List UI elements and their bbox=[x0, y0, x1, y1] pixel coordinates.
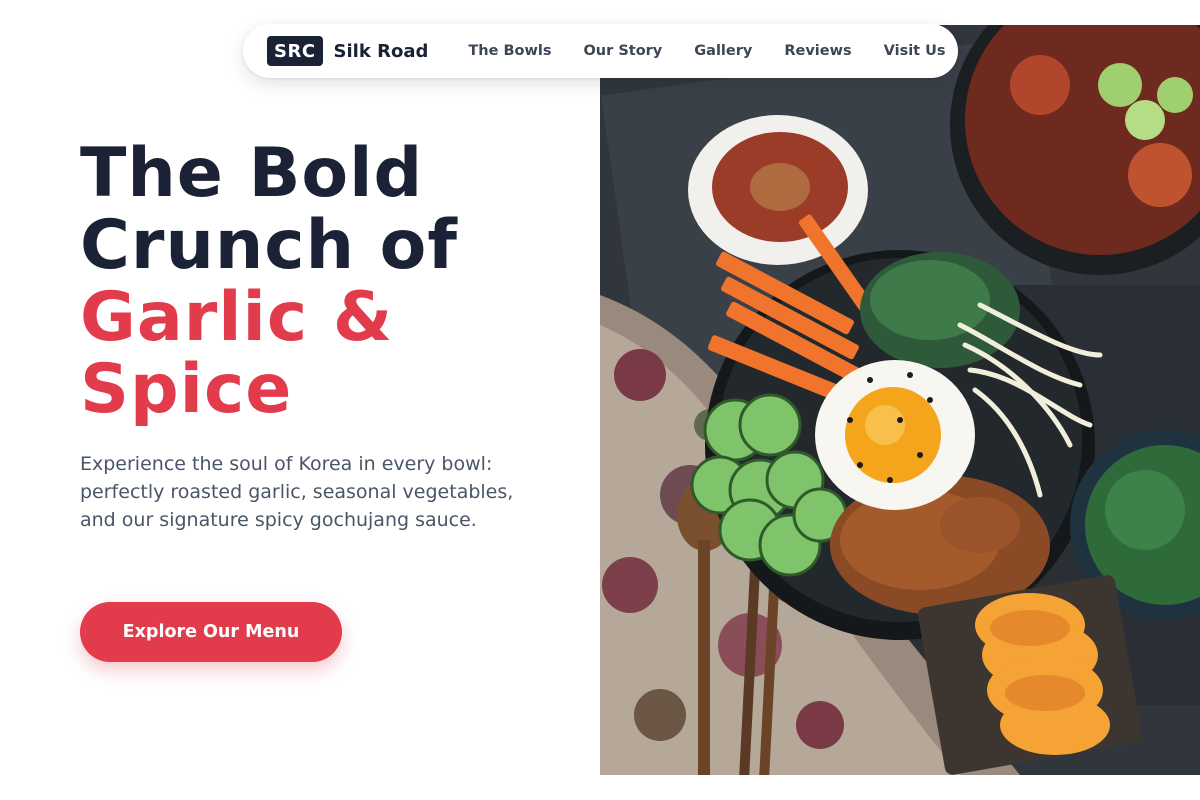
nav-link-reviews[interactable]: Reviews bbox=[784, 43, 851, 59]
headline-line-2: Crunch of bbox=[80, 206, 458, 285]
main-navigation: SRC Silk Road The Bowls Our Story Galler… bbox=[243, 24, 958, 78]
nav-link-visit-us[interactable]: Visit Us bbox=[884, 43, 946, 59]
hero-headline: The Bold Crunch of Garlic & Spice bbox=[80, 138, 600, 426]
nav-links: The Bowls Our Story Gallery Reviews Visi… bbox=[468, 43, 945, 59]
explore-menu-button[interactable]: Explore Our Menu bbox=[80, 602, 342, 662]
headline-line-1: The Bold bbox=[80, 134, 424, 213]
headline-accent-line-2: Spice bbox=[80, 350, 293, 429]
hero-description: Experience the soul of Korea in every bo… bbox=[80, 453, 514, 531]
headline-accent-line-1: Garlic & bbox=[80, 278, 394, 357]
brand-name: Silk Road bbox=[333, 40, 429, 62]
nav-link-gallery[interactable]: Gallery bbox=[694, 43, 752, 59]
hero-food-image bbox=[600, 25, 1200, 775]
brand-logo[interactable]: SRC Silk Road bbox=[267, 36, 428, 66]
nav-link-the-bowls[interactable]: The Bowls bbox=[468, 43, 551, 59]
brand-badge: SRC bbox=[267, 36, 323, 66]
nav-link-our-story[interactable]: Our Story bbox=[583, 43, 662, 59]
